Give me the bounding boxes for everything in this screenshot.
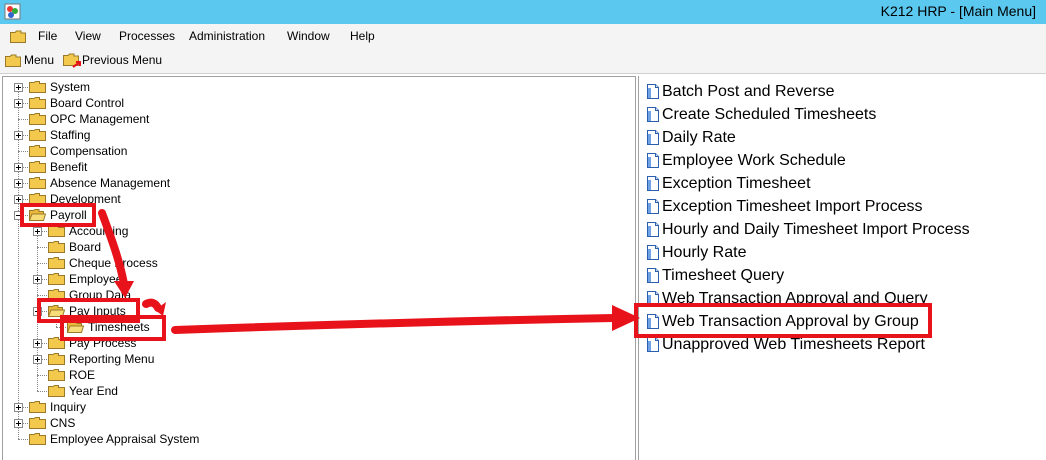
tree-connector (37, 375, 47, 376)
expand-icon[interactable] (33, 227, 42, 236)
folder-icon (29, 401, 46, 413)
tree-item-label: Employee Appraisal System (50, 432, 200, 446)
folder-icon (29, 433, 46, 445)
tree-item-label: Reporting Menu (69, 352, 155, 366)
tree-item-label: OPC Management (50, 112, 150, 126)
tree-item-label: CNS (50, 416, 76, 430)
tree-connector (37, 247, 47, 248)
document-icon (647, 176, 659, 191)
tree-item-label: Cheque Process (69, 256, 158, 270)
tree-item-label: Inquiry (50, 400, 87, 414)
folder-icon (29, 161, 46, 173)
web-approval-highlight (634, 303, 932, 338)
tree-connector (37, 263, 47, 264)
menu-processes[interactable]: Processes (119, 29, 175, 43)
document-icon (647, 268, 659, 283)
tree-connector (37, 391, 47, 392)
previous-menu-button[interactable]: Previous Menu (82, 53, 162, 67)
folder-icon (48, 241, 65, 253)
folder-icon (29, 177, 46, 189)
expand-icon[interactable] (14, 403, 23, 412)
menu-administration[interactable]: Administration (189, 29, 265, 43)
expand-icon[interactable] (33, 275, 42, 284)
list-item-label: Timesheet Query (662, 267, 785, 284)
folder-icon (48, 257, 65, 269)
app-icon[interactable] (4, 3, 21, 20)
expand-icon[interactable] (14, 131, 23, 140)
tree-item-label: Benefit (50, 160, 88, 174)
tree-item-label: Compensation (50, 144, 128, 158)
expand-icon[interactable] (14, 179, 23, 188)
document-icon (647, 199, 659, 214)
menu-file[interactable]: File (38, 29, 57, 43)
menu-help[interactable]: Help (350, 29, 375, 43)
document-icon (647, 130, 659, 145)
expand-icon[interactable] (14, 419, 23, 428)
document-icon (647, 337, 659, 352)
payroll-highlight (20, 203, 96, 227)
list-item-label: Hourly and Daily Timesheet Import Proces… (662, 221, 970, 238)
expand-icon[interactable] (14, 83, 23, 92)
tree-item-label: Staffing (50, 128, 91, 142)
expand-icon[interactable] (33, 355, 42, 364)
tree-item-label: Board Control (50, 96, 125, 110)
list-item-label: Exception Timesheet (662, 175, 811, 192)
folder-icon (29, 113, 46, 125)
expand-icon[interactable] (33, 339, 42, 348)
tree-item-label: Year End (69, 384, 118, 398)
document-icon (647, 84, 659, 99)
menu-view[interactable]: View (75, 29, 101, 43)
expand-icon[interactable] (14, 99, 23, 108)
tree-connector (18, 151, 28, 152)
menu-folder-icon[interactable] (5, 54, 21, 67)
list-item-label: Exception Timesheet Import Process (662, 198, 923, 215)
document-icon (647, 153, 659, 168)
document-icon (647, 107, 659, 122)
tree-item-label: Board (69, 240, 102, 254)
folder-icon (29, 129, 46, 141)
tree-connector (37, 295, 47, 296)
folder-icon (29, 81, 46, 93)
folder-icon (48, 385, 65, 397)
folder-icon (29, 417, 46, 429)
list-item-label: Employee Work Schedule (662, 152, 846, 169)
tree-item-label: Employee (69, 272, 123, 286)
folder-icon (48, 353, 65, 365)
folder-icon (29, 145, 46, 157)
tree-connector (18, 439, 28, 440)
document-icon (647, 245, 659, 260)
previous-menu-icon[interactable] (63, 53, 81, 68)
folder-icon (48, 369, 65, 381)
tree-item-label: System (50, 80, 91, 94)
list-item-label: Daily Rate (662, 129, 736, 146)
window-title: K212 HRP - [Main Menu] (880, 3, 1036, 19)
folder-icon (29, 97, 46, 109)
folder-icon (48, 273, 65, 285)
timesheets-highlight (60, 315, 166, 341)
list-item-label: Batch Post and Reverse (662, 83, 835, 100)
list-item-label: Create Scheduled Timesheets (662, 106, 877, 123)
tree-connector (18, 119, 28, 120)
tree-item-label: Absence Management (50, 176, 171, 190)
list-item-label: Hourly Rate (662, 244, 747, 261)
menu-window[interactable]: Window (287, 29, 330, 43)
menu-button[interactable]: Menu (24, 53, 54, 67)
tree-item-label: ROE (69, 368, 96, 382)
expand-icon[interactable] (14, 163, 23, 172)
folder-icon (10, 30, 26, 43)
document-icon (647, 222, 659, 237)
